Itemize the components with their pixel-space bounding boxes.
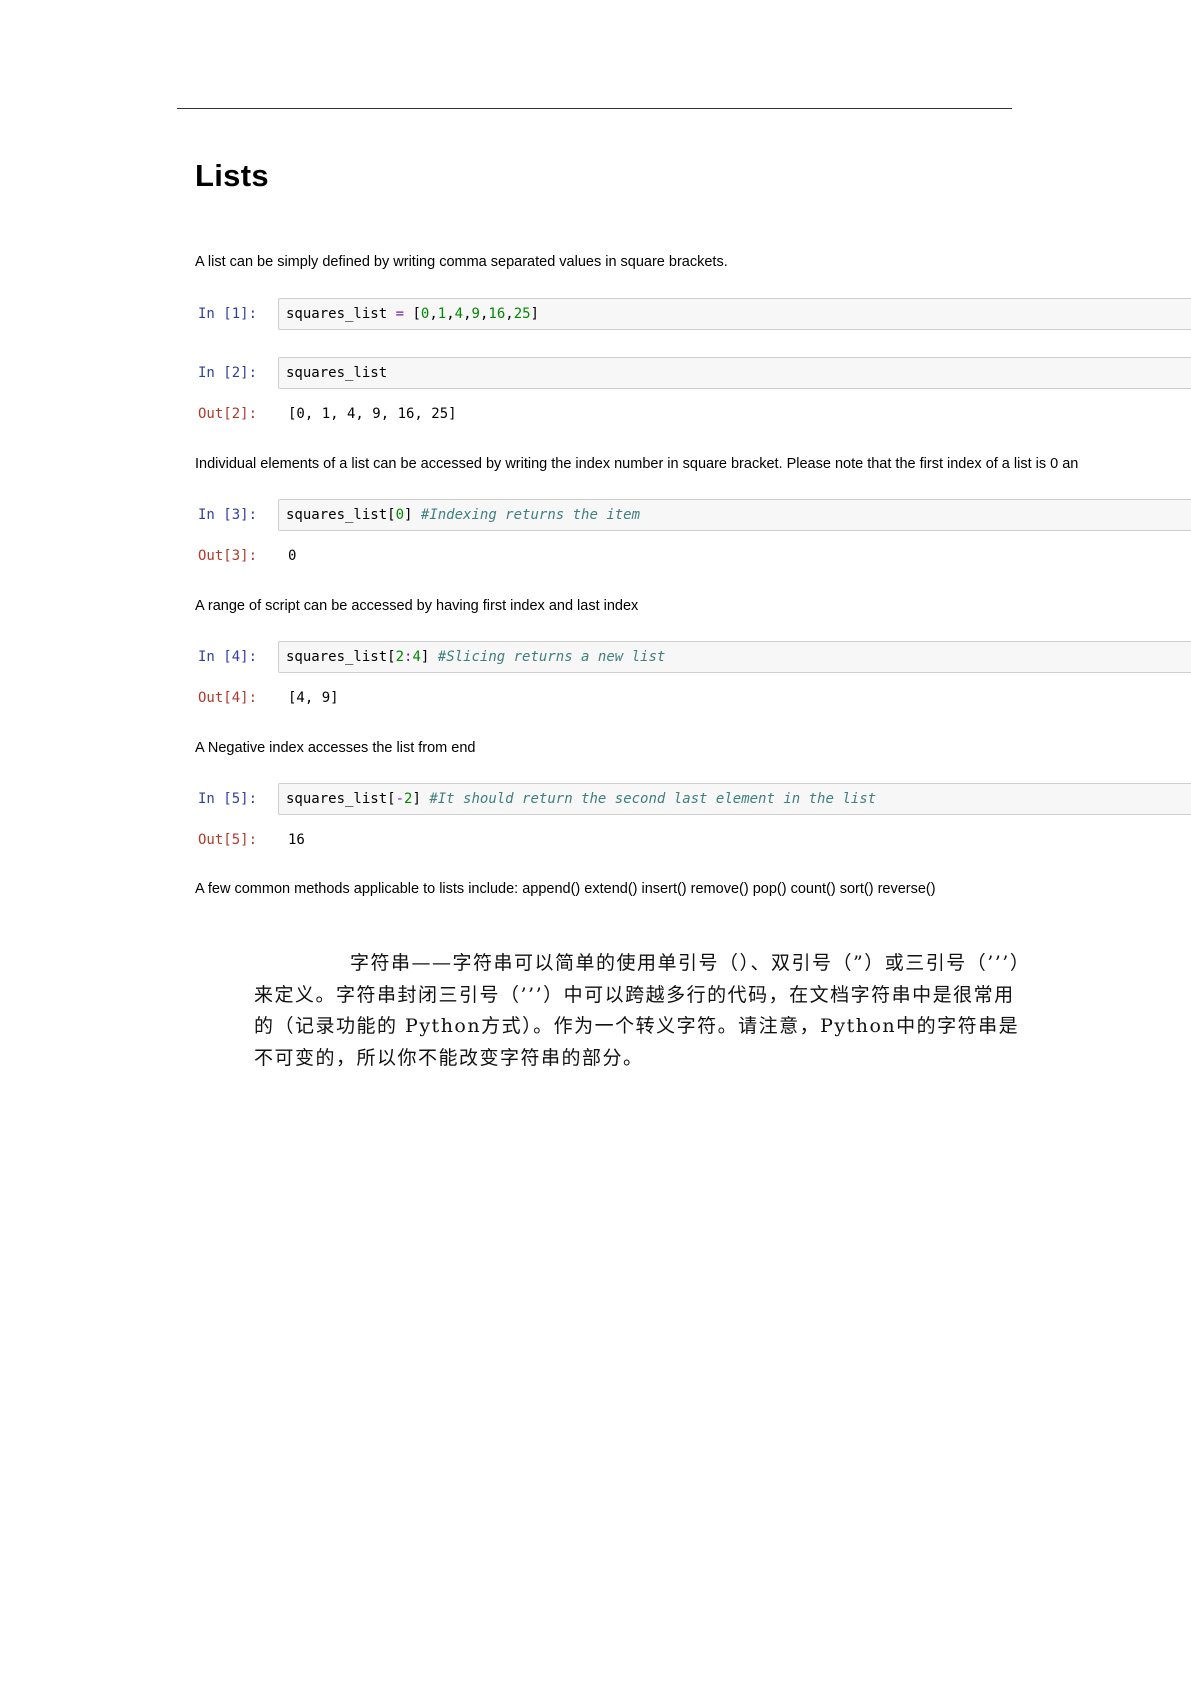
code-cell-3[interactable]: squares_list[0] #Indexing returns the it…	[278, 499, 1191, 531]
code-text: squares_list	[286, 365, 388, 381]
code-number: 4	[412, 649, 421, 665]
out-prompt-4: Out[4]:	[198, 690, 258, 706]
out-prompt-5: Out[5]:	[198, 832, 258, 848]
code-cell-1[interactable]: squares_list = [0,1,4,9,16,25]	[278, 298, 1191, 330]
code-var: squares_list	[286, 306, 388, 322]
markdown-text-1: A list can be simply defined by writing …	[195, 254, 728, 270]
out-prompt-2: Out[2]:	[198, 406, 258, 422]
output-4: [4, 9]	[288, 690, 339, 706]
code-operator: -	[395, 791, 405, 807]
code-number: 1	[437, 306, 447, 322]
code-cell-2[interactable]: squares_list	[278, 357, 1191, 389]
out-prompt-3: Out[3]:	[198, 548, 258, 564]
code-bracket-open: [	[412, 306, 421, 322]
output-2: [0, 1, 4, 9, 16, 25]	[288, 406, 457, 422]
code-comment: #Slicing returns a new list	[437, 649, 666, 665]
code-number: 2	[395, 649, 405, 665]
code-number: 9	[471, 306, 480, 322]
top-divider	[177, 108, 1012, 109]
markdown-text-3: A range of script can be accessed by hav…	[195, 598, 639, 614]
in-prompt-3: In [3]:	[198, 507, 258, 523]
code-cell-4[interactable]: squares_list[2:4] #Slicing returns a new…	[278, 641, 1191, 673]
output-3: 0	[288, 548, 297, 564]
markdown-text-4: A Negative index accesses the list from …	[195, 740, 476, 756]
in-prompt-4: In [4]:	[198, 649, 258, 665]
section-title: Lists	[195, 158, 269, 193]
chinese-body-paragraph: 字符串——字符串可以简单的使用单引号（）、双引号（”）或三引号（’’’）来定义。…	[254, 952, 1021, 1069]
code-number: 4	[454, 306, 464, 322]
in-prompt-1: In [1]:	[198, 306, 258, 322]
code-cell-5[interactable]: squares_list[-2] #It should return the s…	[278, 783, 1191, 815]
code-comment: #Indexing returns the item	[420, 507, 641, 523]
in-prompt-2: In [2]:	[198, 365, 258, 381]
markdown-text-5: A few common methods applicable to lists…	[195, 881, 936, 897]
code-number: 16	[488, 306, 506, 322]
code-number: 0	[395, 507, 405, 523]
in-prompt-5: In [5]:	[198, 791, 258, 807]
code-comment: #It should return the second last elemen…	[429, 791, 877, 807]
output-5: 16	[288, 832, 305, 848]
markdown-text-2: Individual elements of a list can be acc…	[195, 456, 1079, 472]
code-bracket-close: ]	[530, 306, 539, 322]
code-var: squares_list	[286, 791, 388, 807]
code-operator: =	[387, 306, 413, 322]
code-var: squares_list	[286, 649, 388, 665]
code-number: 25	[513, 306, 531, 322]
code-var: squares_list	[286, 507, 388, 523]
